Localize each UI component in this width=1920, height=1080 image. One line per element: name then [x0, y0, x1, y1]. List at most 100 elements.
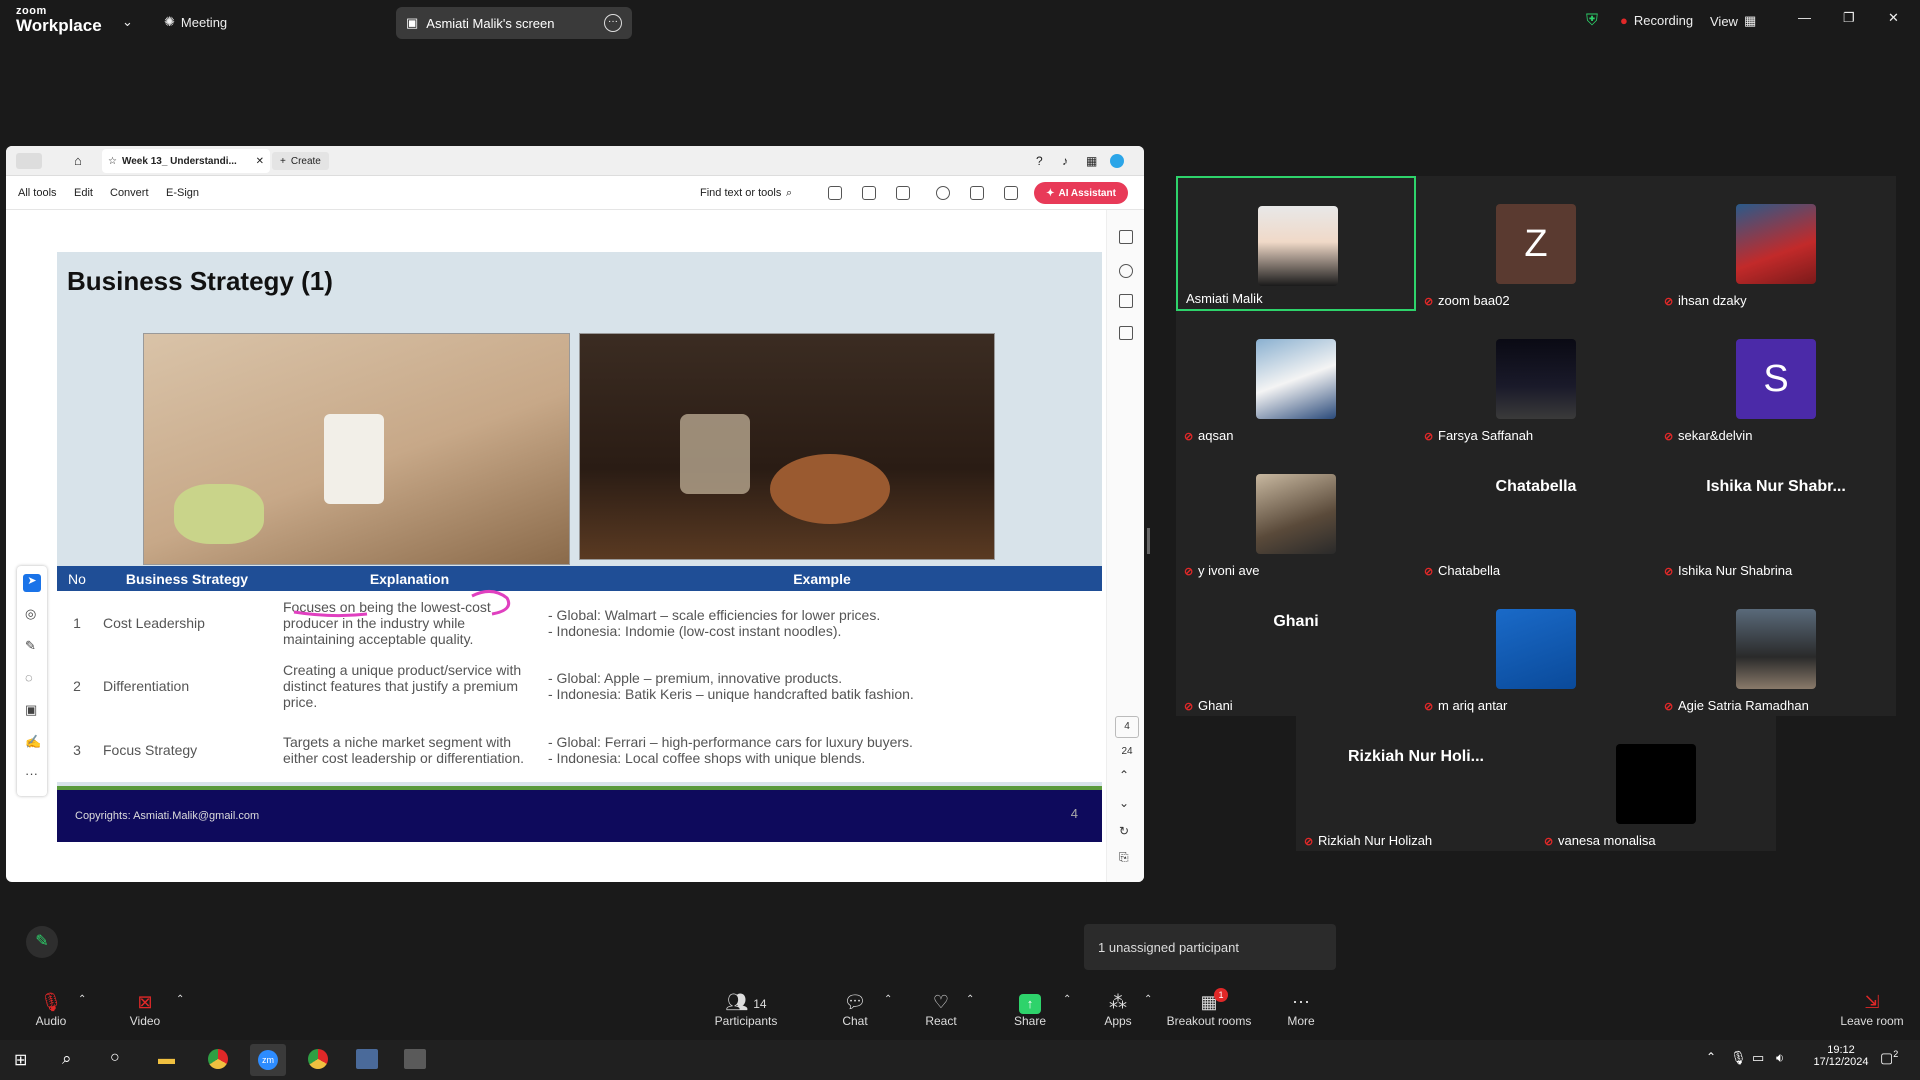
more-button[interactable]: ⋯ More	[1266, 990, 1336, 1028]
view-menu[interactable]: View ▦	[1710, 13, 1756, 29]
app-window-icon[interactable]	[356, 1049, 378, 1069]
tab-close-icon[interactable]: ✕	[256, 156, 264, 167]
chat-button[interactable]: 💬︎ Chat	[820, 990, 890, 1028]
save-page-icon[interactable]: ⎘	[1119, 850, 1129, 865]
meeting-menu[interactable]: ✺ Meeting	[164, 14, 227, 30]
chrome-icon[interactable]	[208, 1049, 228, 1069]
apps-options-chevron-icon[interactable]: ⌃	[1144, 994, 1152, 1005]
print-icon[interactable]	[896, 186, 910, 200]
tray-chevron-icon[interactable]: ⌃	[1706, 1050, 1716, 1064]
volume-icon[interactable]: 🔉︎	[1776, 1050, 1784, 1066]
comment-tool-icon[interactable]: ◎	[25, 606, 36, 622]
menu-esign[interactable]: E-Sign	[166, 187, 199, 199]
participant-tile[interactable]: ⊘ aqsan	[1176, 311, 1416, 446]
menu-all-tools[interactable]: All tools	[18, 187, 57, 199]
leave-room-button[interactable]: ⇲ Leave room	[1832, 990, 1912, 1028]
pen-tool-icon[interactable]: ✎	[25, 638, 36, 654]
minimize-icon[interactable]: —	[1798, 10, 1811, 25]
mail-icon[interactable]	[1004, 186, 1018, 200]
video-off-icon: ⊠	[137, 992, 153, 1012]
chrome-icon-2[interactable]	[308, 1049, 328, 1069]
help-icon[interactable]: ?	[1036, 154, 1043, 168]
more-tools-icon[interactable]: ···	[25, 766, 38, 781]
unassigned-participant-notice[interactable]: 1 unassigned participant	[1084, 924, 1336, 970]
file-explorer-icon[interactable]: ▬	[158, 1049, 175, 1069]
footer-page-number: 4	[1070, 806, 1078, 821]
tab-document[interactable]: ☆ Week 13_ Understandi... ✕	[102, 149, 270, 173]
apps-button[interactable]: ⁂ Apps	[1083, 990, 1153, 1028]
bell-icon[interactable]: ♪	[1062, 154, 1068, 168]
annotate-icon[interactable]: ✎	[26, 926, 58, 958]
menu-convert[interactable]: Convert	[110, 187, 149, 199]
video-button[interactable]: ⊠ Video	[110, 990, 180, 1028]
participant-tile[interactable]: ⊘ vanesa monalisa	[1536, 716, 1776, 851]
participant-tile[interactable]: ⊘ ihsan dzaky	[1656, 176, 1896, 311]
lasso-tool-icon[interactable]: ◌	[25, 670, 33, 685]
breakout-rooms-button[interactable]: ▦ 1 Breakout rooms	[1164, 988, 1254, 1028]
participant-tile[interactable]: ⊘ Farsya Saffanah	[1416, 311, 1656, 446]
create-button[interactable]: + Create	[272, 152, 329, 170]
sign-tool-icon[interactable]: ✍	[25, 734, 41, 750]
participant-tile[interactable]: Rizkiah Nur Holi... ⊘ Rizkiah Nur Holizah	[1296, 716, 1536, 851]
save-icon[interactable]	[828, 186, 842, 200]
bookmark-panel-icon[interactable]	[1119, 294, 1133, 308]
audio-options-chevron-icon[interactable]: ⌃	[78, 994, 86, 1005]
screen-share-pill[interactable]: ▣ Asmiati Malik's screen ···	[396, 7, 632, 39]
participant-tile[interactable]: S ⊘ sekar&delvin	[1656, 311, 1896, 446]
share-options-chevron-icon[interactable]: ⌃	[1063, 994, 1071, 1005]
sidebar-toggle-icon[interactable]	[16, 153, 42, 169]
pages-panel-icon[interactable]	[1119, 326, 1133, 340]
menu-edit[interactable]: Edit	[74, 187, 93, 199]
react-options-chevron-icon[interactable]: ⌃	[966, 994, 974, 1005]
participant-tile[interactable]: Asmiati Malik	[1176, 176, 1416, 311]
products-photo-right	[579, 333, 995, 560]
audio-button[interactable]: 🎙︎ Audio	[16, 990, 86, 1028]
upload-icon[interactable]	[862, 186, 876, 200]
link-icon[interactable]	[970, 186, 984, 200]
chevron-down-icon[interactable]: ⌄	[122, 14, 133, 30]
resize-handle[interactable]	[1147, 528, 1150, 554]
text-box-tool-icon[interactable]: ▣	[25, 702, 37, 718]
participant-tile[interactable]: Z ⊘ zoom baa02	[1416, 176, 1656, 311]
task-view-icon[interactable]: ○	[110, 1049, 120, 1067]
participant-tile[interactable]: ⊘ y ivoni ave	[1176, 446, 1416, 581]
notifications-icon[interactable]: ▢2	[1880, 1049, 1898, 1067]
restore-icon[interactable]: ❐	[1843, 10, 1855, 26]
chat-options-chevron-icon[interactable]: ⌃	[884, 994, 892, 1005]
share-button[interactable]: ↑ Share	[995, 990, 1065, 1028]
search-icon[interactable]: ⌕	[786, 187, 792, 200]
clock[interactable]: 19:12 17/12/2024	[1806, 1044, 1876, 1068]
page-up-icon[interactable]: ⌃	[1119, 768, 1129, 782]
select-tool-icon[interactable]: ➤	[23, 574, 41, 592]
participant-tile[interactable]: Chatabella ⊘ Chatabella	[1416, 446, 1656, 581]
windows-start-icon[interactable]: ⊞	[14, 1050, 27, 1070]
account-avatar[interactable]	[1110, 154, 1124, 168]
share-user-icon[interactable]	[936, 186, 950, 200]
apps-grid-icon[interactable]: ▦	[1086, 154, 1097, 168]
network-icon[interactable]: ▭	[1752, 1050, 1764, 1066]
page-number-input[interactable]: 4	[1115, 716, 1139, 738]
search-icon[interactable]: ⌕	[62, 1049, 72, 1069]
close-icon[interactable]: ✕	[1888, 10, 1899, 26]
participant-tile[interactable]: ⊘ Agie Satria Ramadhan	[1656, 581, 1896, 716]
mic-muted-icon: ⊘	[1184, 565, 1194, 578]
comments-panel-icon[interactable]	[1119, 264, 1133, 278]
tray-mic-icon[interactable]: 🎙︎	[1730, 1050, 1747, 1066]
security-shield-icon[interactable]: ⛨	[1586, 12, 1598, 30]
refresh-icon[interactable]: ↻	[1119, 824, 1129, 838]
recording-dot-icon: ●	[1620, 13, 1628, 28]
ai-assistant-button[interactable]: ✦ AI Assistant	[1034, 182, 1128, 204]
page-down-icon[interactable]: ⌄	[1119, 796, 1129, 810]
app-generic-icon[interactable]	[404, 1049, 426, 1069]
zoom-taskbar-button[interactable]: zm	[250, 1044, 286, 1076]
participants-button[interactable]: 👥︎ 14 Participants	[711, 990, 781, 1028]
participant-tile[interactable]: Ishika Nur Shabr... ⊘ Ishika Nur Shabrina	[1656, 446, 1896, 581]
home-icon[interactable]: ⌂	[74, 153, 82, 168]
more-options-icon[interactable]: ···	[604, 14, 622, 32]
edit-panel-icon[interactable]	[1119, 230, 1133, 244]
participant-tile[interactable]: ⊘ m ariq antar	[1416, 581, 1656, 716]
video-options-chevron-icon[interactable]: ⌃	[176, 994, 184, 1005]
participant-tile[interactable]: Ghani ⊘ Ghani	[1176, 581, 1416, 716]
recording-indicator[interactable]: ● Recording	[1620, 13, 1693, 28]
find-tools-button[interactable]: Find text or tools	[700, 187, 781, 199]
